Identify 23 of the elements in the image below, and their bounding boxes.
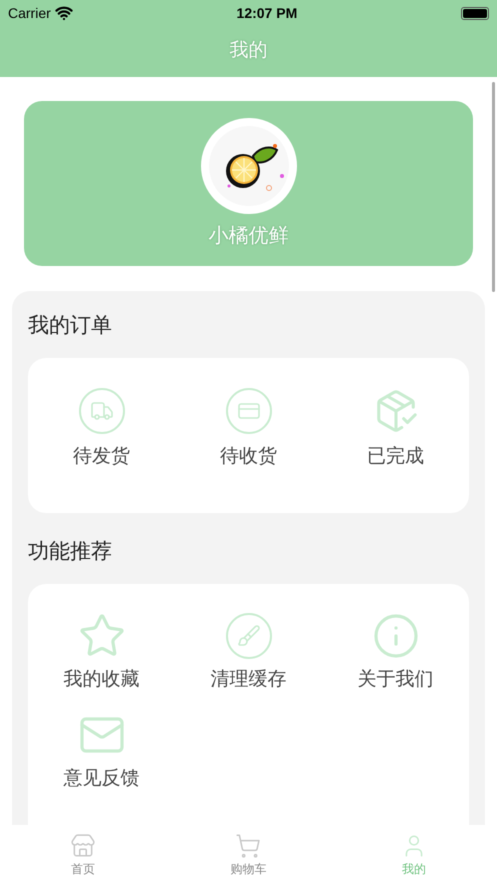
clock: 12:07 PM xyxy=(236,4,298,22)
page-title: 我的 xyxy=(230,39,268,64)
wifi-icon xyxy=(54,4,73,22)
menu-item[interactable]: 待收货 xyxy=(175,387,322,513)
menu-item[interactable]: 已完成 xyxy=(322,387,469,513)
truck-icon xyxy=(78,388,124,434)
menu-item[interactable]: 待发货 xyxy=(28,387,175,513)
store-icon xyxy=(70,833,96,859)
cart-icon xyxy=(235,833,262,859)
menu-item[interactable]: 意见反馈 xyxy=(28,711,175,788)
tab[interactable]: 首页 xyxy=(0,825,166,883)
shop-name: 小橘优鲜 xyxy=(208,226,288,246)
card-icon xyxy=(226,388,272,434)
menu-item[interactable]: 我的收藏 xyxy=(28,612,175,689)
lemon-logo-icon xyxy=(208,126,288,206)
menu-item[interactable]: 清理缓存 xyxy=(175,612,322,689)
info-icon xyxy=(372,612,420,660)
section-title: 功能推荐 xyxy=(28,541,113,562)
battery-icon xyxy=(460,6,489,20)
carrier-label: Carrier xyxy=(8,4,51,22)
menu-item[interactable]: 关于我们 xyxy=(322,612,469,689)
tab[interactable]: 购物车 xyxy=(166,825,332,883)
section-title: 我的订单 xyxy=(28,315,113,336)
